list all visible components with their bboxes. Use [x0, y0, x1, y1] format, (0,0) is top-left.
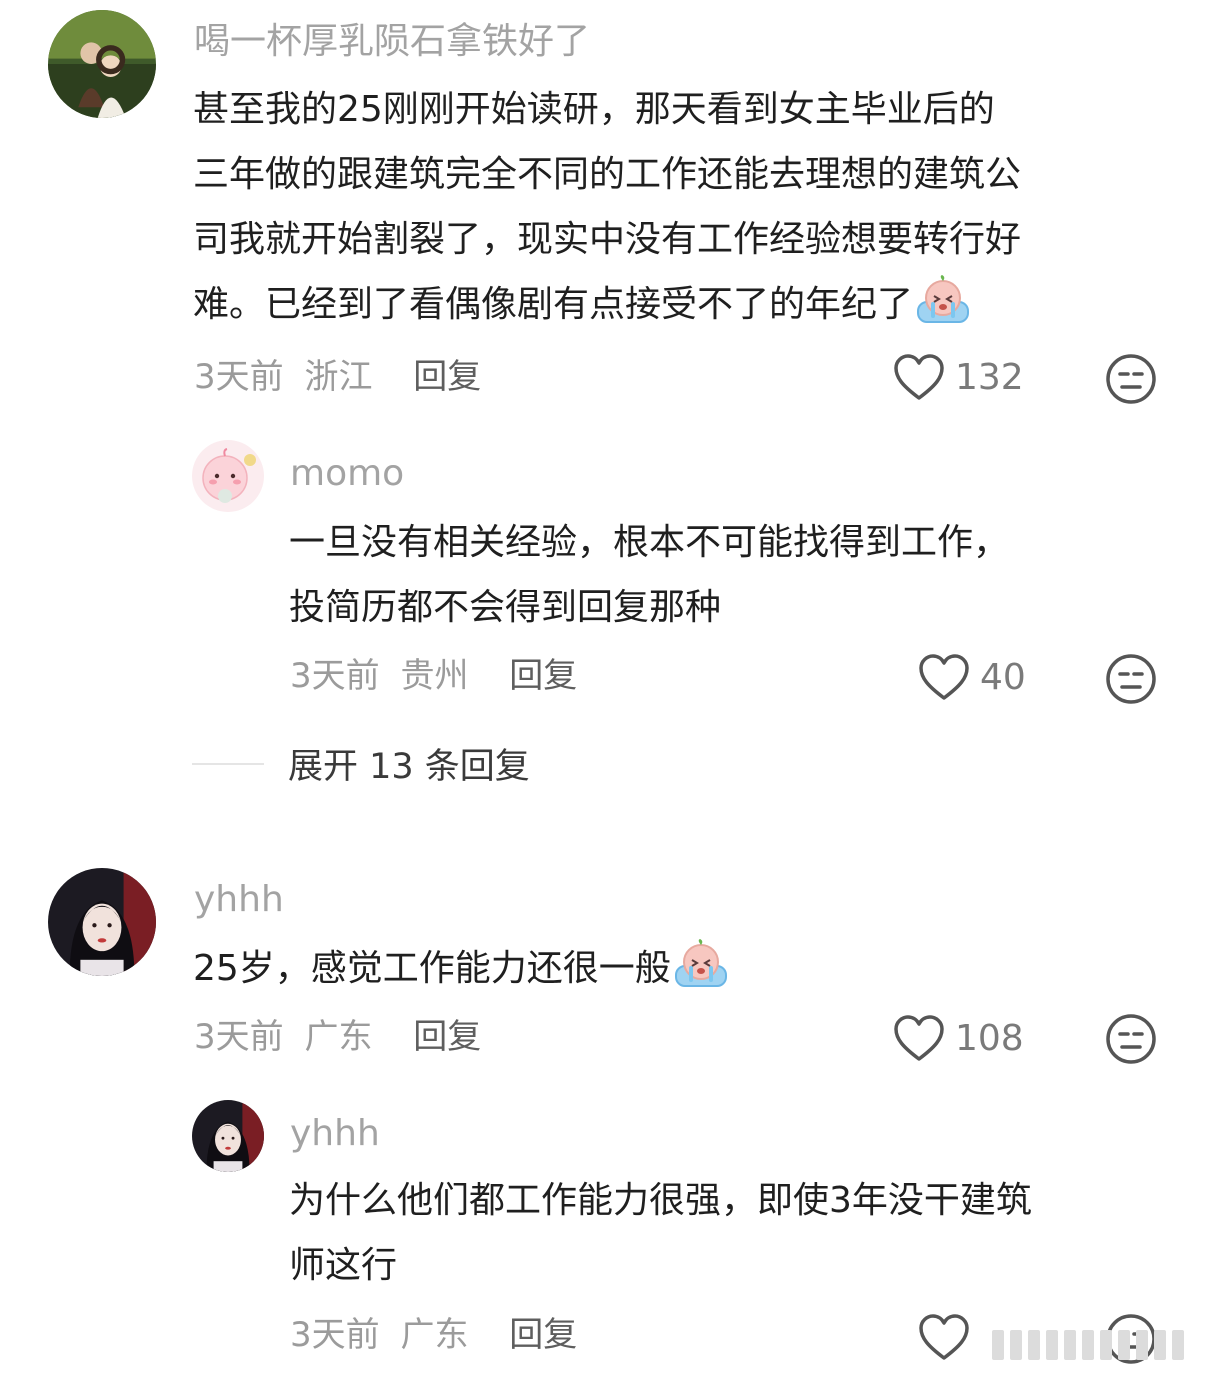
- heart-outline-icon: [919, 654, 969, 700]
- comment-location: 贵州: [400, 656, 469, 696]
- avatar-forest-couple-image: [48, 10, 156, 118]
- comment-location: 广东: [304, 1017, 373, 1057]
- expand-replies-button[interactable]: 展开 13 条回复: [192, 738, 530, 789]
- like-count: 132: [955, 357, 1024, 398]
- username[interactable]: 喝一杯厚乳陨石拿铁好了: [194, 24, 590, 60]
- reply-button[interactable]: 回复: [413, 357, 481, 397]
- comment-line: 为什么他们都工作能力很强，即使3年没干建筑: [289, 1180, 1032, 1221]
- crying-face-emoji: [674, 939, 727, 987]
- comment-time: 3天前: [290, 656, 380, 696]
- username[interactable]: yhhh: [194, 882, 284, 918]
- comment-line: 一旦没有相关经验，根本不可能找得到工作，: [289, 522, 1010, 563]
- like-count: 108: [955, 1018, 1024, 1059]
- reply-button[interactable]: 回复: [413, 1017, 481, 1057]
- comment-line: 师这行: [289, 1245, 398, 1286]
- comment-meta: 3天前 浙江 回复: [194, 360, 481, 394]
- avatar-woman-portrait-image: [192, 1100, 264, 1172]
- heart-outline-icon: [894, 354, 944, 400]
- comment-time: 3天前: [290, 1315, 380, 1355]
- watermark-bars: [988, 1322, 1198, 1368]
- comment-line: 投简历都不会得到回复那种: [289, 587, 722, 628]
- avatar[interactable]: [48, 868, 156, 976]
- comment-text: 甚至我的25刚刚开始读研，那天看到女主毕业后的 三年做的跟建筑完全不同的工作还能…: [193, 77, 1021, 337]
- comment-text: 25岁，感觉工作能力还很一般: [193, 936, 729, 1001]
- comment-text: 一旦没有相关经验，根本不可能找得到工作， 投简历都不会得到回复那种: [289, 510, 1009, 640]
- heart-outline-icon: [919, 1314, 969, 1360]
- meh-face-icon: [1106, 354, 1156, 404]
- watermark-bars-graphic: [992, 1330, 1184, 1360]
- comment-time: 3天前: [194, 1017, 284, 1057]
- avatar[interactable]: [48, 10, 156, 118]
- dislike-button[interactable]: [1104, 352, 1158, 410]
- divider: [192, 762, 264, 765]
- like-button[interactable]: 108: [893, 1015, 1024, 1063]
- like-count: 40: [980, 657, 1026, 698]
- username[interactable]: momo: [290, 456, 404, 492]
- meh-face-icon: [1106, 1014, 1156, 1064]
- comment-time: 3天前: [194, 357, 284, 397]
- comment-line: 三年做的跟建筑完全不同的工作还能去理想的建筑公: [193, 154, 1022, 195]
- comment-meta: 3天前 贵州 回复: [290, 659, 577, 693]
- reply-button[interactable]: 回复: [509, 1315, 577, 1355]
- avatar[interactable]: [192, 1100, 264, 1172]
- dislike-button[interactable]: [1104, 652, 1158, 710]
- expand-replies-label: 展开 13 条回复: [288, 747, 530, 787]
- reply-button[interactable]: 回复: [509, 656, 577, 696]
- comment-line: 25岁，感觉工作能力还很一般: [193, 948, 671, 989]
- like-button[interactable]: 132: [893, 354, 1024, 402]
- comment-line: 司我就开始割裂了，现实中没有工作经验想要转行好: [193, 219, 1022, 260]
- comment-meta: 3天前 广东 回复: [290, 1318, 577, 1352]
- comment-line: 甚至我的25刚刚开始读研，那天看到女主毕业后的: [193, 89, 995, 130]
- comment-line: 难。已经到了看偶像剧有点接受不了的年纪了: [193, 284, 914, 325]
- comment-location: 浙江: [304, 357, 373, 397]
- meh-face-icon: [1106, 654, 1156, 704]
- avatar[interactable]: [192, 440, 264, 512]
- like-button[interactable]: [918, 1314, 980, 1362]
- comment-meta: 3天前 广东 回复: [194, 1020, 481, 1054]
- username[interactable]: yhhh: [290, 1116, 380, 1152]
- heart-outline-icon: [894, 1015, 944, 1061]
- avatar-pink-cartoon-image: [192, 440, 264, 512]
- crying-face-emoji: [917, 275, 970, 323]
- comment-text: 为什么他们都工作能力很强，即使3年没干建筑 师这行: [289, 1168, 1032, 1298]
- comment-location: 广东: [400, 1315, 469, 1355]
- like-button[interactable]: 40: [918, 654, 1026, 702]
- avatar-woman-portrait-image: [48, 868, 156, 976]
- dislike-button[interactable]: [1104, 1012, 1158, 1070]
